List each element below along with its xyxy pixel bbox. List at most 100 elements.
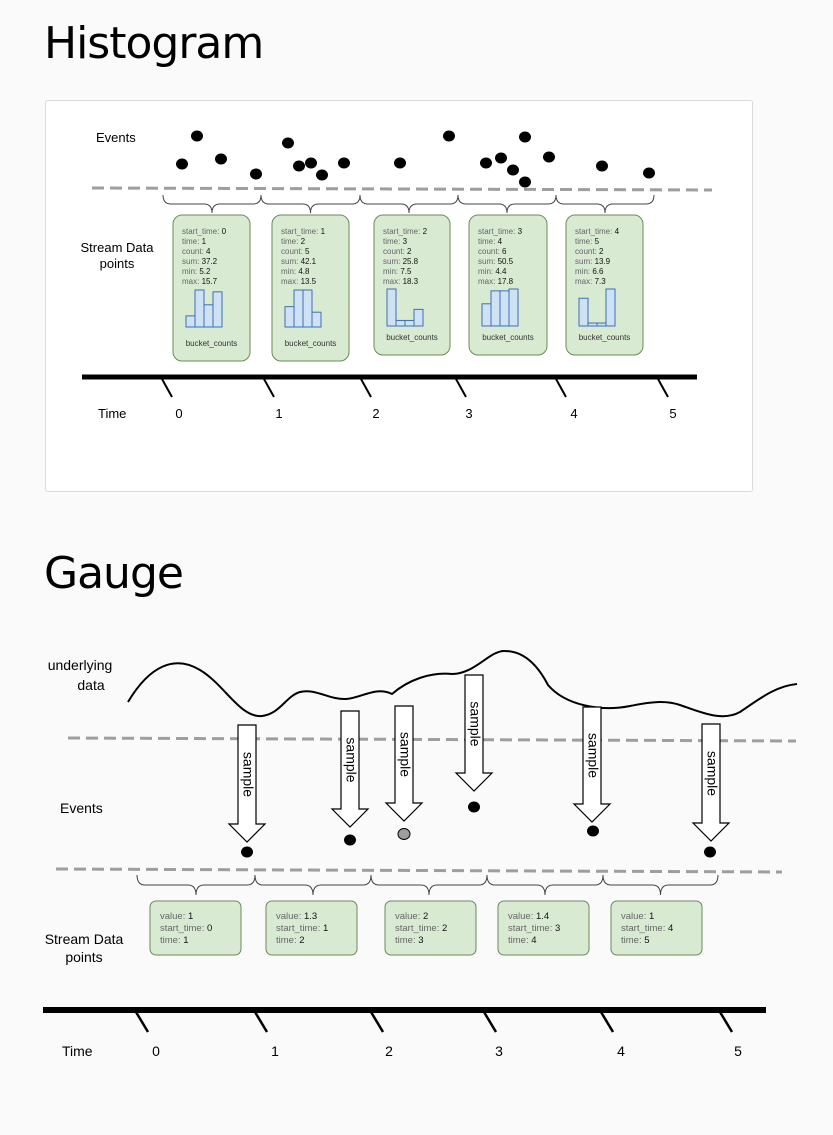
event-dot (241, 846, 253, 858)
data-point-field: time: 4 (478, 237, 503, 246)
event-dot (191, 130, 203, 142)
data-point-field: start_time: 1 (276, 923, 328, 934)
time-tick (599, 1011, 615, 1033)
brace (136, 874, 256, 896)
bucket-bar (212, 291, 223, 328)
time-tick-label: 2 (372, 406, 379, 421)
time-label: Time (62, 1043, 93, 1059)
event-dot (596, 160, 608, 172)
event-dot (495, 152, 507, 164)
data-point-field: max: 17.8 (478, 277, 514, 286)
bucket-counts-label: bucket_counts (186, 339, 238, 348)
bucket-bar (490, 290, 501, 327)
brace (162, 194, 262, 214)
brace (457, 194, 557, 214)
event-dot (338, 157, 350, 169)
time-tick-label: 5 (669, 406, 676, 421)
dashed-separator (67, 736, 797, 743)
bucket-bar (413, 308, 424, 327)
data-point-field: value: 1 (160, 911, 193, 922)
time-tick-label: 1 (275, 406, 282, 421)
data-point-field: max: 15.7 (182, 277, 218, 286)
event-dot (587, 825, 599, 837)
time-tick (134, 1011, 150, 1033)
time-tick (455, 378, 467, 398)
data-point-field: start_time: 2 (395, 923, 447, 934)
data-point-field: start_time: 4 (575, 227, 620, 236)
data-point-field: min: 6.6 (575, 267, 604, 276)
event-dot (468, 801, 480, 813)
underlying-data-label: underlying (48, 657, 113, 673)
event-dot (250, 168, 262, 180)
bucket-counts-label: bucket_counts (482, 333, 534, 342)
event-dot (282, 137, 294, 149)
bucket-counts-label: bucket_counts (285, 339, 337, 348)
stream-data-label: points (100, 256, 135, 271)
time-tick (482, 1011, 498, 1033)
data-point-field: value: 2 (395, 911, 428, 922)
data-point-field: time: 2 (276, 935, 305, 946)
time-tick (555, 378, 567, 398)
sample-label: sample (585, 733, 601, 778)
data-point-field: count: 2 (383, 247, 412, 256)
bucket-counts-label: bucket_counts (579, 333, 631, 342)
time-tick-label: 0 (175, 406, 182, 421)
bucket-bar (203, 304, 214, 328)
data-point-field: start_time: 2 (383, 227, 428, 236)
data-point-field: start_time: 4 (621, 923, 673, 934)
bucket-bar (596, 322, 607, 327)
data-point-field: time: 5 (575, 237, 600, 246)
data-point-field: count: 5 (281, 247, 310, 256)
data-point-field: value: 1.4 (508, 911, 549, 922)
time-tick (263, 378, 275, 398)
data-point-field: start_time: 3 (508, 923, 560, 934)
bucket-bar (386, 288, 397, 327)
event-dot (704, 846, 716, 858)
event-dot (305, 157, 317, 169)
event-dot (543, 151, 555, 163)
data-point-field: sum: 13.9 (575, 257, 611, 266)
data-point-field: start_time: 0 (160, 923, 212, 934)
brace (555, 194, 655, 214)
data-point-field: max: 18.3 (383, 277, 419, 286)
event-dot (643, 167, 655, 179)
data-point-field: min: 4.8 (281, 267, 310, 276)
data-point-field: time: 3 (383, 237, 408, 246)
time-tick (657, 378, 669, 398)
data-point-field: time: 1 (160, 935, 189, 946)
event-dot (519, 131, 531, 143)
event-dot (344, 834, 356, 846)
event-dot (480, 157, 492, 169)
time-tick-label: 3 (495, 1043, 503, 1059)
data-point-field: sum: 37.2 (182, 257, 218, 266)
time-label: Time (98, 406, 126, 421)
stream-data-label: Stream Data (81, 240, 155, 255)
bucket-bar (499, 290, 510, 327)
sample-label: sample (397, 732, 413, 777)
bucket-bar (311, 311, 322, 328)
bucket-bar (578, 297, 589, 327)
event-dot (293, 160, 305, 172)
data-point-field: count: 6 (478, 247, 507, 256)
events-label: Events (60, 800, 103, 816)
data-point-field: time: 1 (182, 237, 207, 246)
data-point-field: value: 1.3 (276, 911, 317, 922)
data-point-field: min: 5.2 (182, 267, 211, 276)
data-point-field: min: 7.5 (383, 267, 412, 276)
bucket-bar (404, 319, 415, 327)
data-point-field: count: 4 (182, 247, 211, 256)
time-tick-label: 1 (271, 1043, 279, 1059)
event-dot (215, 153, 227, 165)
event-dot (176, 158, 188, 170)
stream-data-label: Stream Data (45, 931, 124, 947)
bucket-counts-label: bucket_counts (386, 333, 438, 342)
brace (254, 874, 372, 896)
sample-label: sample (343, 737, 359, 782)
event-dot (394, 157, 406, 169)
time-tick (253, 1011, 269, 1033)
events-label: Events (96, 130, 136, 145)
bucket-bar (395, 319, 406, 327)
stream-data-label: points (65, 949, 102, 965)
event-dot (519, 176, 531, 188)
brace (602, 874, 719, 896)
